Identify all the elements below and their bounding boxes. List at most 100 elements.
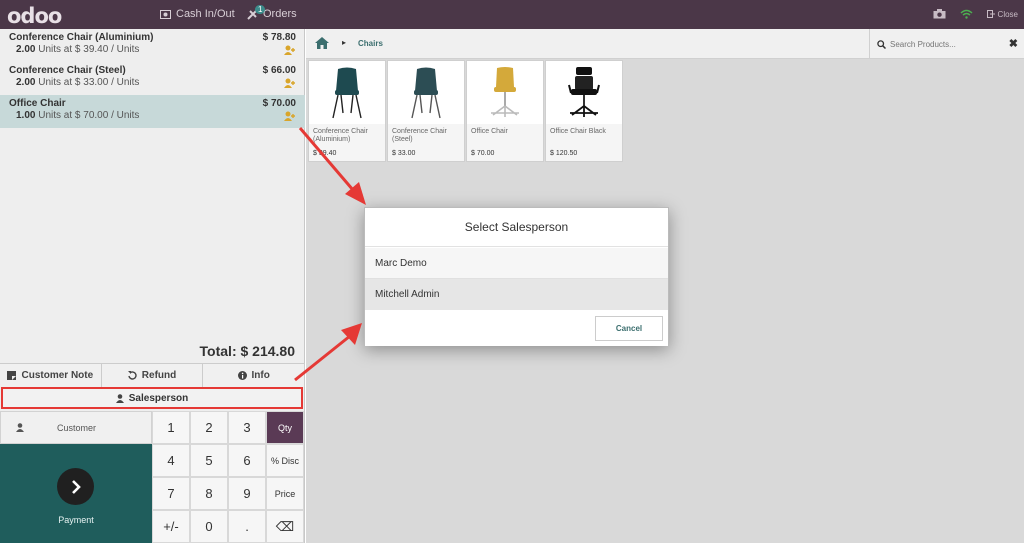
top-bar: odoo Cash In/Out 1 Orders Close: [0, 0, 1024, 29]
dialog-footer: Cancel: [365, 310, 668, 346]
salesperson-button[interactable]: Salesperson: [1, 387, 303, 409]
numpad-key-8[interactable]: 8: [190, 477, 228, 510]
camera-icon[interactable]: [933, 9, 946, 19]
order-line-qty: 2.00: [16, 44, 36, 55]
product-image: [388, 61, 464, 124]
office-chair-icon: [491, 66, 519, 117]
order-line-name: Conference Chair (Steel): [9, 65, 126, 76]
home-icon[interactable]: [315, 37, 329, 49]
order-line-qty: 2.00: [16, 77, 36, 88]
cash-in-out-label: Cash In/Out: [176, 8, 235, 20]
chevron-right-icon: [57, 468, 94, 505]
chair-icon: [332, 67, 362, 118]
customer-note-label: Customer Note: [21, 370, 94, 381]
user-plus-icon[interactable]: [284, 78, 296, 88]
order-line[interactable]: Conference Chair (Steel) $ 66.00 2.00 Un…: [0, 62, 305, 95]
customer-note-button[interactable]: Customer Note: [0, 364, 102, 387]
close-label: Close: [997, 9, 1018, 19]
cash-in-out-button[interactable]: Cash In/Out: [160, 8, 235, 20]
top-right-icons: Close: [933, 9, 1018, 19]
user-plus-icon[interactable]: [284, 45, 296, 55]
product-card[interactable]: Conference Chair (Aluminium) $ 39.40: [308, 60, 386, 162]
product-image: [546, 61, 622, 124]
order-line-unit-text: Units at $ 33.00 / Units: [38, 77, 140, 88]
info-button[interactable]: Info: [203, 364, 306, 387]
product-image: [467, 61, 543, 124]
note-icon: [7, 371, 17, 380]
chair-icon: [411, 67, 441, 118]
wifi-icon: [960, 9, 973, 19]
odoo-logo: odoo: [7, 4, 62, 28]
search-icon: [877, 39, 886, 49]
sign-out-icon: [986, 10, 995, 18]
product-price: $ 33.00: [392, 150, 416, 157]
numpad-key-0[interactable]: 0: [190, 510, 228, 543]
numpad-key-4[interactable]: 4: [152, 444, 190, 477]
payment-button[interactable]: Payment: [0, 444, 152, 543]
plus-minus-key[interactable]: +/-: [152, 510, 190, 543]
numpad-area: Customer Payment 1 2 3 Qty 4 5 6 % Disc …: [0, 411, 305, 543]
numpad-key-1[interactable]: 1: [152, 411, 190, 444]
orders-button[interactable]: 1 Orders: [247, 5, 297, 20]
undo-icon: [127, 371, 137, 380]
order-line-name: Conference Chair (Aluminium): [9, 32, 154, 43]
order-line-name: Office Chair: [9, 98, 66, 109]
refund-button[interactable]: Refund: [101, 364, 204, 387]
payment-label: Payment: [58, 515, 94, 525]
qty-mode-button[interactable]: Qty: [266, 411, 304, 444]
user-icon: [115, 393, 124, 403]
breadcrumb-category[interactable]: Chairs: [358, 39, 383, 48]
order-line-detail: 2.00 Units at $ 39.40 / Units: [16, 44, 296, 55]
close-button[interactable]: Close: [986, 9, 1018, 19]
salesperson-option[interactable]: Marc Demo: [365, 248, 668, 279]
order-line-price: $ 66.00: [262, 65, 296, 76]
customer-label: Customer: [57, 422, 97, 433]
orders-label: Orders: [263, 8, 297, 20]
select-salesperson-dialog: Select Salesperson Marc Demo Mitchell Ad…: [364, 207, 669, 346]
order-line-selected[interactable]: Office Chair $ 70.00 1.00 Units at $ 70.…: [0, 95, 305, 128]
product-name: Office Chair: [471, 128, 508, 135]
product-card[interactable]: Office Chair Black $ 120.50: [545, 60, 623, 162]
breadcrumb-separator-icon: ▸: [342, 38, 347, 47]
info-label: Info: [251, 370, 270, 381]
product-card[interactable]: Conference Chair (Steel) $ 33.00: [387, 60, 465, 162]
order-panel: Conference Chair (Aluminium) $ 78.80 2.0…: [0, 29, 306, 543]
numpad-key-9[interactable]: 9: [228, 477, 266, 510]
numpad-key-6[interactable]: 6: [228, 444, 266, 477]
product-card[interactable]: Office Chair $ 70.00: [466, 60, 544, 162]
numpad-key-5[interactable]: 5: [190, 444, 228, 477]
control-buttons: Customer Note Refund Info: [0, 363, 306, 387]
product-name: Conference Chair (Aluminium): [313, 128, 368, 143]
order-total: Total: $ 214.80: [199, 343, 295, 359]
product-name: Office Chair Black: [550, 128, 606, 135]
product-image: [309, 61, 385, 124]
user-plus-icon[interactable]: [284, 111, 296, 121]
order-line-price: $ 78.80: [262, 32, 296, 43]
order-line-unit-text: Units at $ 39.40 / Units: [38, 44, 140, 55]
numpad-key-2[interactable]: 2: [190, 411, 228, 444]
product-price: $ 70.00: [471, 150, 495, 157]
salesperson-label: Salesperson: [128, 392, 189, 404]
price-mode-button[interactable]: Price: [266, 477, 304, 510]
breadcrumb: ▸ Chairs ✖: [306, 29, 1024, 59]
order-line-qty: 1.00: [16, 110, 36, 121]
product-search: ✖: [869, 29, 1024, 59]
cancel-button[interactable]: Cancel: [595, 316, 663, 341]
cash-icon: [160, 9, 171, 19]
numpad-key-3[interactable]: 3: [228, 411, 266, 444]
office-chair-black-icon: [568, 66, 600, 117]
order-line-price: $ 70.00: [262, 98, 296, 109]
customer-button[interactable]: Customer: [0, 411, 152, 444]
order-line[interactable]: Conference Chair (Aluminium) $ 78.80 2.0…: [0, 29, 305, 62]
salesperson-option[interactable]: Mitchell Admin: [365, 279, 668, 310]
dialog-title: Select Salesperson: [365, 208, 668, 247]
search-input[interactable]: [890, 39, 1000, 49]
order-line-detail: 2.00 Units at $ 33.00 / Units: [16, 77, 296, 88]
product-name: Conference Chair (Steel): [392, 128, 447, 143]
decimal-key[interactable]: .: [228, 510, 266, 543]
clear-search-icon[interactable]: ✖: [1009, 37, 1018, 50]
numpad-key-7[interactable]: 7: [152, 477, 190, 510]
backspace-key[interactable]: ⌫: [266, 510, 304, 543]
discount-mode-button[interactable]: % Disc: [266, 444, 304, 477]
product-price: $ 39.40: [313, 150, 337, 157]
